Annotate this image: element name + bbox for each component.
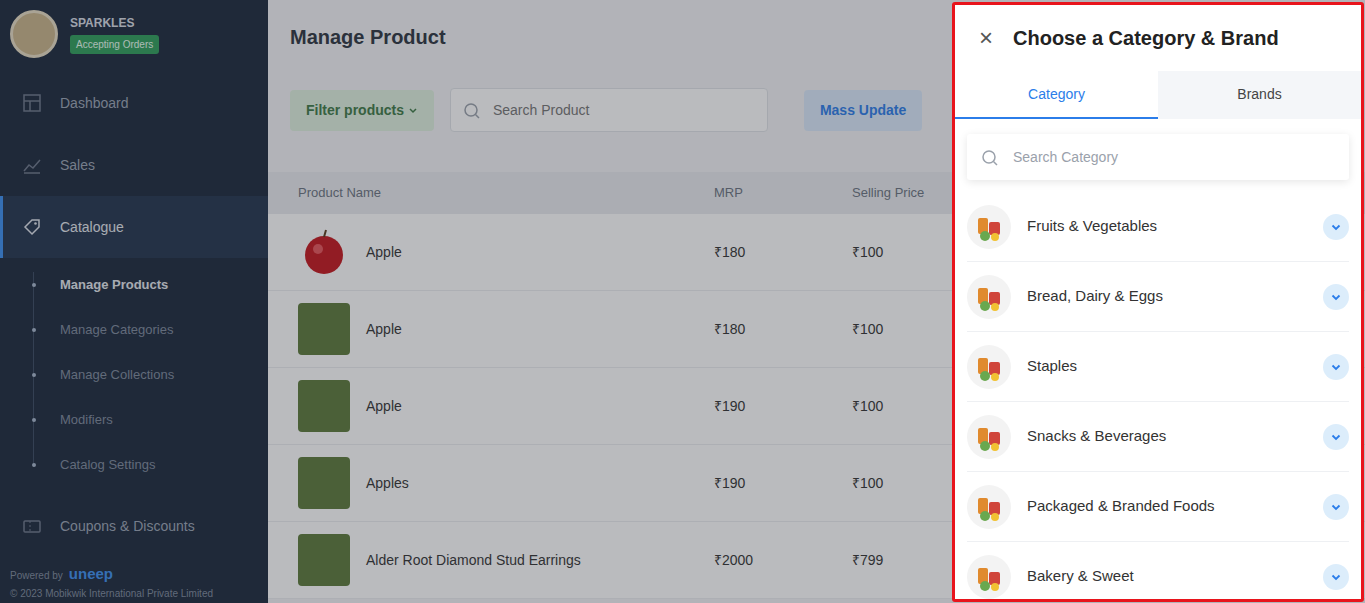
- drawer-header: × Choose a Category & Brand: [955, 5, 1361, 71]
- expand-chevron-icon[interactable]: [1323, 214, 1349, 240]
- category-image-icon: [967, 555, 1011, 599]
- category-item[interactable]: Bakery & Sweet: [967, 542, 1349, 599]
- category-image-icon: [967, 275, 1011, 319]
- category-item[interactable]: Packaged & Branded Foods: [967, 472, 1349, 542]
- drawer-title: Choose a Category & Brand: [1013, 23, 1279, 53]
- expand-chevron-icon[interactable]: [1323, 354, 1349, 380]
- bullet-icon: [32, 373, 36, 377]
- expand-chevron-icon[interactable]: [1323, 494, 1349, 520]
- category-label: Snacks & Beverages: [1027, 425, 1323, 448]
- category-label: Packaged & Branded Foods: [1027, 495, 1323, 518]
- category-item[interactable]: Bread, Dairy & Eggs: [967, 262, 1349, 332]
- expand-chevron-icon[interactable]: [1323, 564, 1349, 590]
- category-item[interactable]: Snacks & Beverages: [967, 402, 1349, 472]
- category-label: Bakery & Sweet: [1027, 565, 1323, 588]
- category-image-icon: [967, 345, 1011, 389]
- drawer-tabs: Category Brands: [955, 71, 1361, 119]
- bullet-icon: [32, 418, 36, 422]
- close-button[interactable]: ×: [979, 26, 993, 50]
- bullet-icon: [32, 283, 36, 287]
- category-item[interactable]: Staples: [967, 332, 1349, 402]
- search-icon: [981, 145, 999, 169]
- app-shell: SPARKLESAccepting OrdersDashboardSalesCa…: [0, 0, 1365, 603]
- category-drawer: × Choose a Category & Brand Category Brands…: [952, 2, 1364, 602]
- tab-label: Brands: [1237, 84, 1281, 105]
- category-image-icon: [967, 485, 1011, 529]
- expand-chevron-icon[interactable]: [1323, 284, 1349, 310]
- drawer-tab[interactable]: Brands: [1158, 71, 1361, 119]
- category-label: Fruits & Vegetables: [1027, 215, 1323, 238]
- bullet-icon: [32, 328, 36, 332]
- category-image-icon: [967, 415, 1011, 459]
- category-label: Staples: [1027, 355, 1323, 378]
- category-label: Bread, Dairy & Eggs: [1027, 285, 1323, 308]
- category-search-input[interactable]: [1011, 146, 1335, 169]
- drawer-body: Fruits & Vegetables Bread, Dairy & Eggs St…: [955, 119, 1361, 599]
- bullet-icon: [32, 463, 36, 467]
- expand-chevron-icon[interactable]: [1323, 424, 1349, 450]
- drawer-tab[interactable]: Category: [955, 71, 1158, 119]
- category-image-icon: [967, 205, 1011, 249]
- category-search: [967, 134, 1349, 180]
- tab-label: Category: [1028, 84, 1085, 105]
- category-item[interactable]: Fruits & Vegetables: [967, 192, 1349, 262]
